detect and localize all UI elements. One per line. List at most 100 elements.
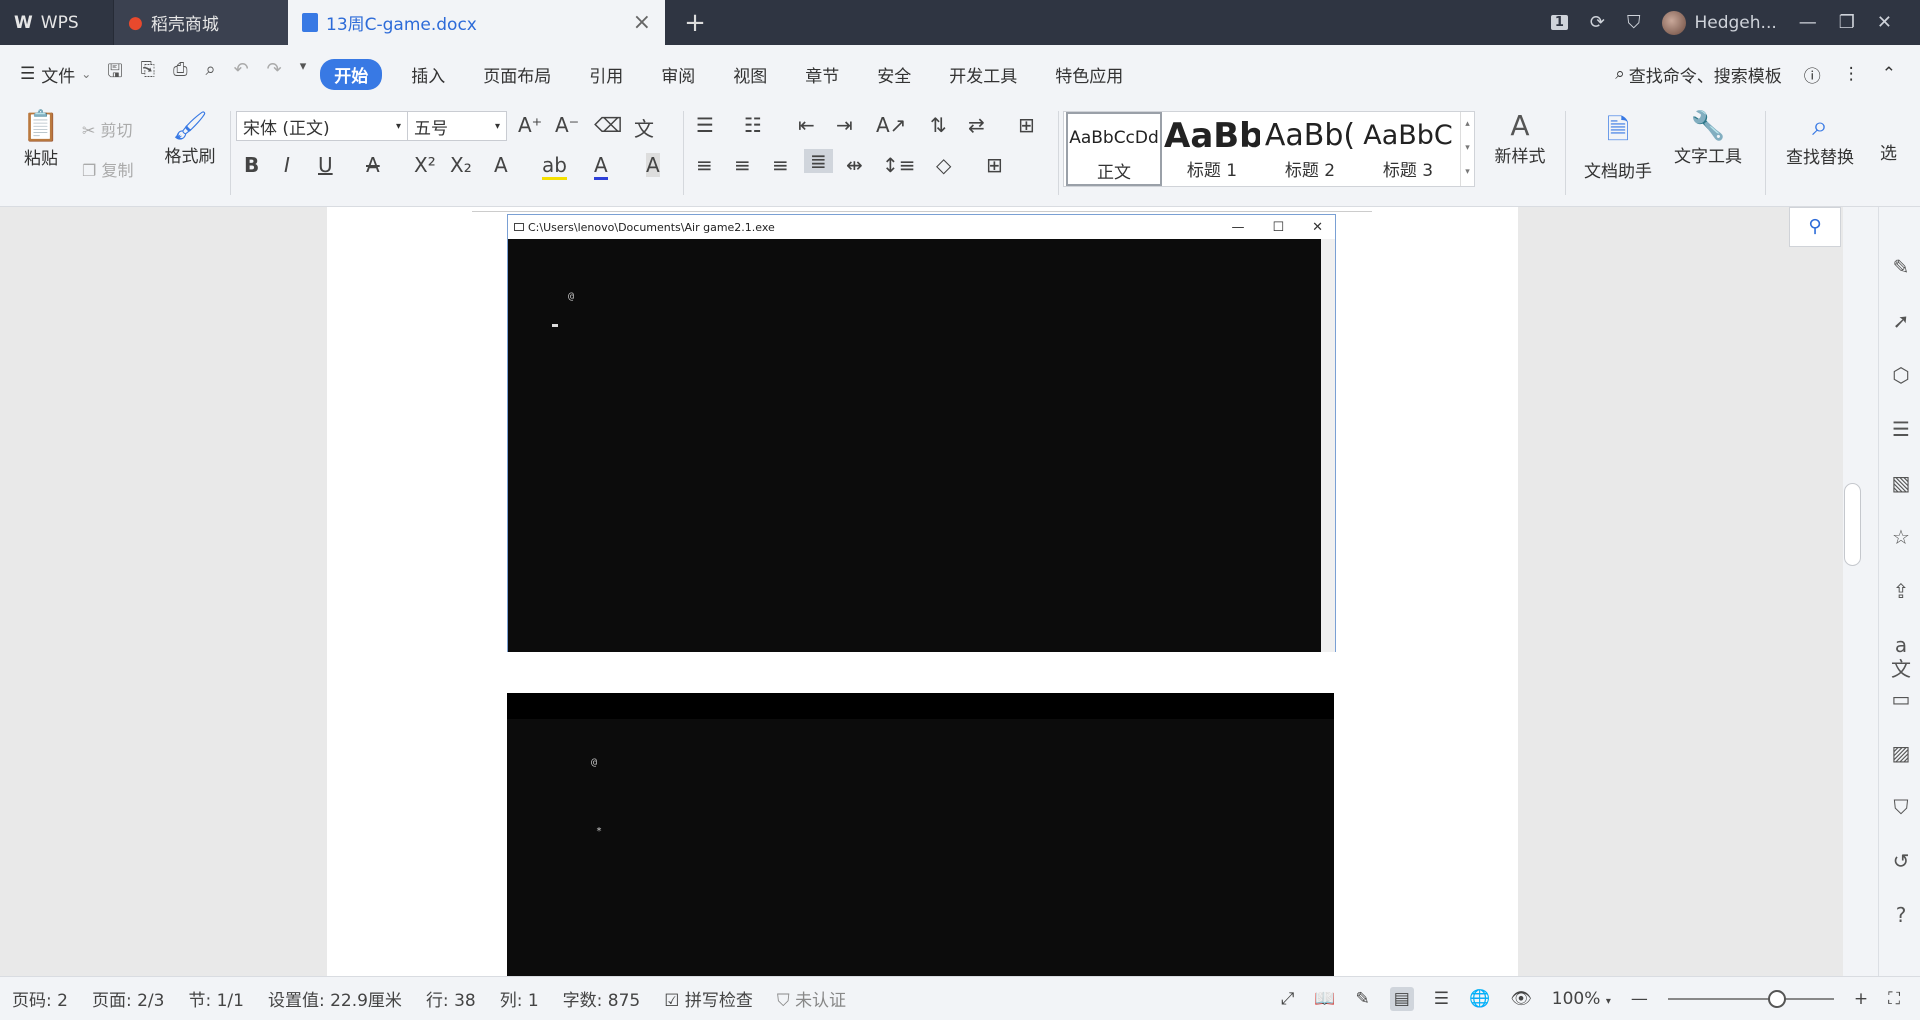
subscript-icon[interactable]: X₂ xyxy=(450,153,472,177)
page-count[interactable]: 页面: 2/3 xyxy=(80,986,177,1011)
sync-icon[interactable]: ⟳ xyxy=(1590,12,1605,33)
menu-insert[interactable]: 插入 xyxy=(392,62,464,87)
menu-page-layout[interactable]: 页面布局 xyxy=(464,62,570,87)
close-tab-icon[interactable]: × xyxy=(633,10,651,35)
fit-page-icon[interactable]: ⛶ xyxy=(1888,989,1900,1009)
copy-button[interactable]: ❐ 复制 xyxy=(82,157,133,181)
select-button[interactable]: 选 xyxy=(1880,139,1897,164)
minimize-button[interactable]: — xyxy=(1799,12,1817,33)
zoom-out-icon[interactable]: — xyxy=(1631,989,1648,1009)
shrink-font-icon[interactable]: A⁻ xyxy=(555,113,579,137)
line-spacing-icon[interactable]: ↕≡ xyxy=(882,153,916,177)
skin-icon[interactable]: ⛉ xyxy=(1627,12,1641,33)
shapes-icon[interactable]: ⬡ xyxy=(1889,363,1913,387)
sort-icon[interactable]: ⇅ xyxy=(930,113,947,137)
style-normal[interactable]: AaBbCcDd 正文 xyxy=(1066,112,1162,186)
align-center-icon[interactable]: ≡ xyxy=(734,153,751,177)
tab-wps-home[interactable]: W WPS xyxy=(0,0,113,45)
share-icon[interactable]: ⇪ xyxy=(1889,579,1913,603)
output-pdf-icon[interactable]: ⎘ xyxy=(141,59,155,89)
font-size-select[interactable]: 五号 ▾ xyxy=(407,111,507,141)
zoom-slider-knob[interactable] xyxy=(1767,989,1786,1008)
menu-view[interactable]: 视图 xyxy=(714,62,786,87)
file-menu[interactable]: ☰ 文件 ⌄ xyxy=(20,62,91,87)
web-view-icon[interactable]: 🌐 xyxy=(1469,989,1490,1009)
page-view-icon[interactable]: ▤ xyxy=(1389,986,1414,1011)
user-account[interactable]: Hedgeh... xyxy=(1662,10,1777,35)
section-indicator[interactable]: 节: 1/1 xyxy=(176,986,256,1011)
location-pin-icon[interactable]: ⚲ xyxy=(1789,207,1841,247)
char-shading-icon[interactable]: A xyxy=(646,153,660,177)
vertical-scrollbar-track[interactable] xyxy=(1843,207,1878,976)
justify-icon[interactable]: ≣ xyxy=(804,149,833,173)
align-left-icon[interactable]: ≡ xyxy=(696,153,713,177)
translate-icon[interactable]: a文 xyxy=(1889,633,1913,681)
new-tab-button[interactable]: + xyxy=(665,0,725,45)
column-indicator[interactable]: 列: 1 xyxy=(488,986,551,1011)
menu-references[interactable]: 引用 xyxy=(570,62,642,87)
menu-review[interactable]: 审阅 xyxy=(642,62,714,87)
table-grid-icon[interactable]: ⊞ xyxy=(1018,113,1035,137)
style-heading-3[interactable]: AaBbC 标题 3 xyxy=(1360,112,1456,186)
style-gallery-scroll[interactable]: ▴ ▾ ▾ xyxy=(1460,112,1474,186)
write-mode-icon[interactable]: ✎ xyxy=(1355,989,1369,1009)
pen-icon[interactable]: ✎ xyxy=(1889,255,1913,279)
bold-icon[interactable]: B xyxy=(244,153,259,177)
menu-home[interactable]: 开始 xyxy=(320,58,383,90)
zoom-in-icon[interactable]: + xyxy=(1854,989,1868,1009)
redo-icon[interactable]: ↷ xyxy=(267,59,282,89)
menu-developer[interactable]: 开发工具 xyxy=(930,62,1036,87)
font-color-icon[interactable]: A xyxy=(594,153,608,180)
text-direction-icon[interactable]: A↗ xyxy=(876,113,906,137)
star-icon[interactable]: ☆ xyxy=(1889,525,1913,549)
vertical-scrollbar-thumb[interactable] xyxy=(1844,483,1861,566)
distribute-icon[interactable]: ⇹ xyxy=(846,153,863,177)
decrease-indent-icon[interactable]: ⇤ xyxy=(798,113,815,137)
read-mode-icon[interactable]: 📖 xyxy=(1314,989,1335,1009)
menu-section[interactable]: 章节 xyxy=(786,62,858,87)
zoom-slider[interactable] xyxy=(1667,989,1834,1008)
style-heading-2[interactable]: AaBb( 标题 2 xyxy=(1262,112,1358,186)
menu-security[interactable]: 安全 xyxy=(858,62,930,87)
page-code[interactable]: 页码: 2 xyxy=(0,986,80,1011)
row-indicator[interactable]: 行: 38 xyxy=(414,986,488,1011)
format-painter-button[interactable]: 🖌 格式刷 xyxy=(160,109,220,167)
setting-value[interactable]: 设置值: 22.9厘米 xyxy=(256,986,414,1011)
new-style-button[interactable]: A 新样式 xyxy=(1484,109,1556,167)
help-circle-icon[interactable]: ? xyxy=(1889,903,1913,927)
increase-indent-icon[interactable]: ⇥ xyxy=(836,113,853,137)
cursor-icon[interactable]: ➚ xyxy=(1889,309,1913,333)
close-window-button[interactable]: ✕ xyxy=(1877,12,1892,33)
history-icon[interactable]: ↺ xyxy=(1889,849,1913,873)
style-heading-1[interactable]: AaBb 标题 1 xyxy=(1164,112,1260,186)
clear-format-icon[interactable]: ⌫ xyxy=(594,113,622,137)
restore-button[interactable]: ❐ xyxy=(1839,12,1855,33)
font-name-select[interactable]: 宋体 (正文) ▾ xyxy=(236,111,408,141)
print-preview-icon[interactable]: ⌕ xyxy=(205,59,215,89)
shield-icon[interactable]: ⛉ xyxy=(1889,795,1913,819)
menu-special[interactable]: 特色应用 xyxy=(1036,62,1142,87)
print-icon[interactable]: ⎙ xyxy=(173,59,187,89)
phonetic-icon[interactable]: 文 xyxy=(634,113,654,142)
gallery-icon[interactable]: ▧ xyxy=(1889,471,1913,495)
outline-view-icon[interactable]: ☰ xyxy=(1434,989,1449,1009)
show-marks-icon[interactable]: ⇄ xyxy=(968,113,985,137)
highlight-icon[interactable]: ab xyxy=(542,153,567,180)
undo-icon[interactable]: ↶ xyxy=(234,59,249,89)
word-count[interactable]: 字数: 875 xyxy=(551,986,653,1011)
underline-icon[interactable]: U xyxy=(318,153,333,177)
align-right-icon[interactable]: ≡ xyxy=(772,153,789,177)
command-search[interactable]: ⌕ 查找命令、搜索模板 xyxy=(1615,62,1782,87)
find-replace-button[interactable]: ⌕ 查找替换 xyxy=(1778,109,1862,168)
help-icon[interactable]: ⓘ xyxy=(1804,62,1821,87)
shading-icon[interactable]: ◇ xyxy=(936,153,951,177)
superscript-icon[interactable]: X² xyxy=(414,153,436,177)
doc-helper-button[interactable]: 🗎 文档助手 xyxy=(1578,109,1658,182)
archive-icon[interactable]: ▭ xyxy=(1889,687,1913,711)
text-tools-button[interactable]: 🔧 文字工具 xyxy=(1666,109,1750,167)
more-icon[interactable]: ⋮ xyxy=(1843,64,1860,84)
tab-docer-store[interactable]: ● 稻壳商城 xyxy=(113,0,288,45)
sliders-icon[interactable]: ☰ xyxy=(1889,417,1913,441)
spellcheck-button[interactable]: ☑ 拼写检查 xyxy=(652,986,765,1011)
italic-icon[interactable]: I xyxy=(284,153,290,177)
